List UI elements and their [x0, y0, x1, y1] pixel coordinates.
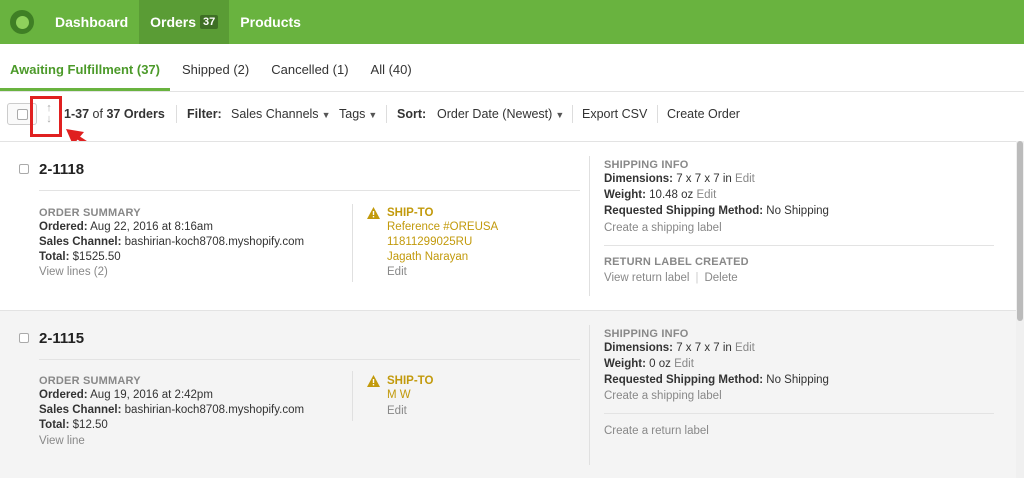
- dimensions-edit-link[interactable]: Edit: [735, 173, 755, 185]
- highlight-box: [30, 96, 62, 137]
- export-csv-button[interactable]: Export CSV: [582, 107, 647, 121]
- divider: [352, 371, 353, 421]
- return-label-actions: View return label | Delete: [604, 272, 738, 284]
- dimensions-edit-link[interactable]: Edit: [735, 342, 755, 354]
- divider: [39, 359, 580, 360]
- tab-shipped[interactable]: Shipped (2): [172, 62, 259, 91]
- ordered-date: Ordered: Aug 22, 2016 at 8:16am: [39, 221, 213, 233]
- delete-return-label-link[interactable]: Delete: [704, 272, 737, 284]
- shipping-method: Requested Shipping Method: No Shipping: [604, 205, 829, 217]
- order-number[interactable]: 2-1115: [39, 330, 84, 347]
- order-checkbox[interactable]: [19, 164, 29, 174]
- view-lines-link[interactable]: View line: [39, 435, 85, 447]
- create-shipping-label-link[interactable]: Create a shipping label: [604, 222, 722, 234]
- dimensions: Dimensions: 7 x 7 x 7 in Edit: [604, 342, 755, 354]
- create-return-label-link[interactable]: Create a return label: [604, 425, 709, 437]
- view-return-label-link[interactable]: View return label: [604, 272, 689, 284]
- order-number[interactable]: 2-1118: [39, 161, 84, 178]
- divider: [386, 105, 387, 123]
- nav-products[interactable]: Products: [229, 0, 312, 44]
- status-tabs: Awaiting Fulfillment (37) Shipped (2) Ca…: [0, 44, 1024, 92]
- weight-edit-link[interactable]: Edit: [674, 358, 694, 370]
- tab-all[interactable]: All (40): [361, 62, 422, 91]
- order-summary-label: ORDER SUMMARY: [39, 207, 141, 219]
- sales-channel: Sales Channel: bashirian-koch8708.myshop…: [39, 404, 305, 416]
- ship-to-line: 11811299025RU: [387, 236, 473, 248]
- ship-to-edit-link[interactable]: Edit: [387, 266, 407, 278]
- weight: Weight: 10.48 oz Edit: [604, 189, 717, 201]
- orders-count-badge: 37: [200, 15, 219, 29]
- orders-toolbar: ↑ ↓ 1-37 of 37 Orders Filter: Sales Chann…: [0, 98, 1024, 132]
- divider: [176, 105, 177, 123]
- sort-label: Sort:: [397, 107, 427, 121]
- sales-channel: Sales Channel: bashirian-koch8708.myshop…: [39, 236, 305, 248]
- return-label-created-label: RETURN LABEL CREATED: [604, 256, 749, 268]
- chevron-down-icon: ▼: [368, 110, 378, 120]
- order-count: 1-37 of 37 Orders: [64, 107, 165, 121]
- view-lines-link[interactable]: View lines (2): [39, 266, 108, 278]
- select-all-checkbox[interactable]: [17, 109, 28, 120]
- tags-dropdown[interactable]: Tags ▼: [339, 107, 377, 121]
- weight-edit-link[interactable]: Edit: [696, 189, 716, 201]
- ordered-date: Ordered: Aug 19, 2016 at 2:42pm: [39, 389, 213, 401]
- top-nav: Dashboard Orders 37 Products: [0, 0, 1024, 44]
- weight: Weight: 0 oz Edit: [604, 358, 694, 370]
- chevron-down-icon: ▼: [555, 110, 565, 120]
- create-order-button[interactable]: Create Order: [667, 107, 740, 121]
- ship-to-line: Reference #OREUSA: [387, 221, 499, 233]
- divider: [39, 190, 580, 191]
- chevron-down-icon: ▼: [321, 110, 331, 120]
- shipping-info-label: SHIPPING INFO: [604, 159, 689, 171]
- divider: [589, 325, 590, 465]
- warning-icon: [367, 207, 380, 219]
- warning-icon: [367, 375, 380, 387]
- nav-dashboard[interactable]: Dashboard: [44, 0, 139, 44]
- scrollbar[interactable]: [1016, 141, 1024, 478]
- order-total: Total: $12.50: [39, 419, 108, 431]
- order-total: Total: $1525.50: [39, 251, 121, 263]
- shipping-info-label: SHIPPING INFO: [604, 328, 689, 340]
- tab-awaiting-fulfillment[interactable]: Awaiting Fulfillment (37): [0, 62, 170, 91]
- order-row: 2-1115 ORDER SUMMARY Ordered: Aug 19, 20…: [0, 310, 1016, 478]
- filter-label: Filter:: [187, 107, 222, 121]
- tab-cancelled[interactable]: Cancelled (1): [261, 62, 358, 91]
- create-shipping-label-link[interactable]: Create a shipping label: [604, 390, 722, 402]
- divider: [589, 156, 590, 296]
- sales-channels-dropdown[interactable]: Sales Channels ▼: [231, 107, 330, 121]
- ship-to-label: SHIP-TO: [387, 207, 434, 219]
- nav-orders[interactable]: Orders 37: [139, 0, 230, 44]
- order-summary-label: ORDER SUMMARY: [39, 375, 141, 387]
- divider: [604, 413, 994, 414]
- app-logo[interactable]: [0, 0, 44, 44]
- order-checkbox[interactable]: [19, 333, 29, 343]
- divider: [572, 105, 573, 123]
- ship-to-label: SHIP-TO: [387, 375, 434, 387]
- order-row: 2-1118 ORDER SUMMARY Ordered: Aug 22, 20…: [0, 141, 1016, 308]
- dimensions: Dimensions: 7 x 7 x 7 in Edit: [604, 173, 755, 185]
- sort-dropdown[interactable]: Order Date (Newest) ▼: [437, 107, 564, 121]
- ship-to-line: M W: [387, 389, 411, 401]
- ship-to-edit-link[interactable]: Edit: [387, 405, 407, 417]
- divider: |: [695, 272, 699, 284]
- ship-to-line: Jagath Narayan: [387, 251, 469, 263]
- logo-icon: [10, 10, 34, 34]
- divider: [604, 245, 994, 246]
- scrollbar-thumb[interactable]: [1017, 141, 1023, 321]
- divider: [352, 204, 353, 282]
- shipping-method: Requested Shipping Method: No Shipping: [604, 374, 829, 386]
- divider: [657, 105, 658, 123]
